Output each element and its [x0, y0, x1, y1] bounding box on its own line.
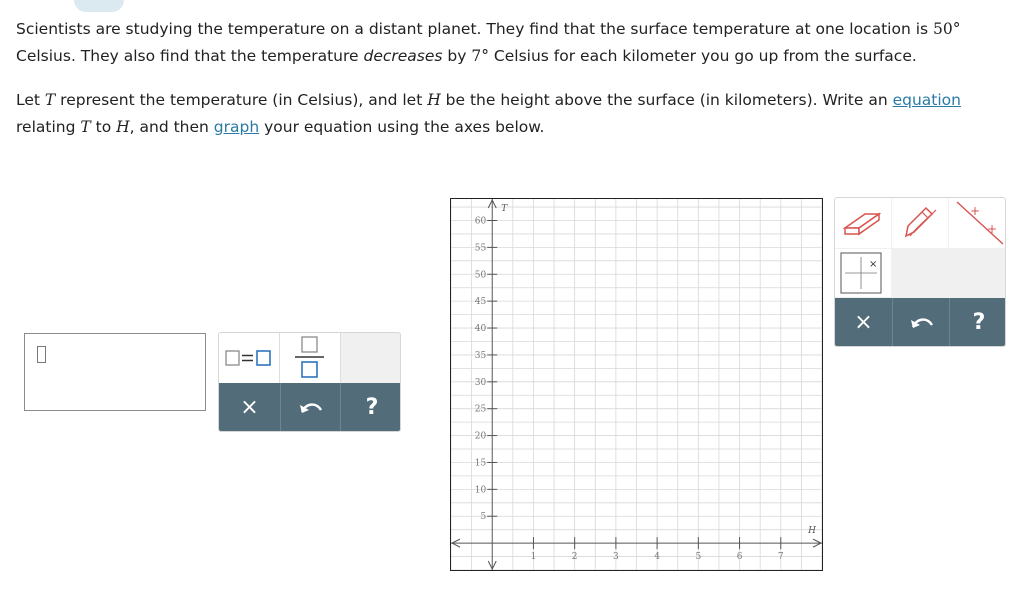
- svg-text:+: +: [987, 222, 997, 236]
- freehand-tool-button[interactable]: [892, 198, 948, 248]
- fraction-icon: [295, 336, 324, 378]
- y-tick-label: 15: [475, 458, 487, 468]
- problem-text: , and then: [129, 118, 214, 136]
- x-tick-label: 2: [572, 552, 578, 562]
- equation-actions-bar: × ?: [219, 383, 400, 431]
- x-tick-label: 5: [695, 552, 701, 562]
- y-tick-label: 50: [475, 270, 487, 280]
- x-tick-label: 3: [613, 552, 619, 562]
- variable-T: T: [80, 118, 91, 136]
- line-tool-button[interactable]: + +: [949, 198, 1005, 248]
- clear-icon: ×: [854, 309, 873, 335]
- problem-text: Let: [16, 91, 45, 109]
- pencil-icon: [904, 206, 937, 238]
- y-tick-label: 35: [475, 351, 487, 361]
- clear-icon: ×: [240, 394, 259, 420]
- rate-value: 7°: [471, 47, 489, 65]
- problem-text: be the height above the surface (in kilo…: [440, 91, 893, 109]
- problem-paragraph-2: Let T represent the temperature (in Cels…: [16, 87, 1016, 141]
- y-tick-label: 10: [475, 485, 487, 495]
- eraser-icon: [842, 212, 882, 236]
- box-equals-box-icon: [225, 350, 271, 366]
- undo-button[interactable]: [280, 383, 341, 431]
- problem-paragraph-1: Scientists are studying the temperature …: [16, 16, 1016, 70]
- x-tick-label: 7: [778, 552, 784, 562]
- problem-text: to: [90, 118, 117, 136]
- point-tool-button[interactable]: ×: [835, 249, 891, 297]
- eraser-tool-button[interactable]: [835, 198, 891, 248]
- y-tick-label: 30: [475, 378, 487, 388]
- y-tick-label: 40: [475, 324, 487, 334]
- graph-clear-button[interactable]: ×: [835, 298, 892, 346]
- problem-text: Celsius for each kilometer you go up fro…: [489, 47, 917, 65]
- variable-H: H: [116, 118, 130, 136]
- variable-H: H: [427, 91, 441, 109]
- equation-toolbar: × ?: [218, 332, 401, 432]
- surface-temp-value: 50°: [933, 20, 961, 38]
- line-tool-icon: + +: [956, 201, 1004, 245]
- problem-text: your equation using the axes below.: [259, 118, 545, 136]
- problem-text: Celsius. They also find that the tempera…: [16, 47, 364, 65]
- equation-link[interactable]: equation: [893, 91, 961, 109]
- help-button[interactable]: ?: [340, 383, 400, 431]
- help-icon: ?: [972, 309, 986, 335]
- svg-text:×: ×: [869, 259, 877, 270]
- graph-toolbar: + + × × ?: [834, 197, 1006, 347]
- x-tick-label: 6: [737, 552, 743, 562]
- y-tick-label: 60: [475, 217, 487, 227]
- y-tick-label: 20: [475, 432, 487, 442]
- problem-text: by: [442, 47, 472, 65]
- point-plot-icon: ×: [840, 252, 882, 294]
- graph-actions-bar: × ?: [835, 298, 1005, 346]
- clear-button[interactable]: ×: [219, 383, 280, 431]
- y-tick-label: 25: [475, 405, 487, 415]
- svg-text:+: +: [970, 204, 980, 218]
- graph-area[interactable]: 1 2 3 4 5 6 7 5 10 15 20 25 30 35 40 45 50 55 60 H T: [450, 198, 823, 571]
- y-tick-label: 45: [475, 297, 487, 307]
- decreases-emphasis: decreases: [363, 47, 443, 65]
- equals-template-button[interactable]: [219, 333, 280, 383]
- fraction-template-button[interactable]: [280, 333, 341, 383]
- graph-undo-button[interactable]: [892, 298, 950, 346]
- y-tick-label: 55: [475, 243, 487, 253]
- input-placeholder-box-icon: [37, 346, 46, 363]
- problem-text: Scientists are studying the temperature …: [16, 20, 934, 38]
- undo-icon: [300, 403, 323, 413]
- help-icon: ?: [365, 394, 379, 420]
- top-tab-stub: [74, 0, 124, 12]
- y-axis-label: T: [501, 204, 508, 214]
- equation-answer-input[interactable]: [24, 333, 206, 411]
- x-tick-label: 1: [531, 552, 537, 562]
- variable-T: T: [44, 91, 56, 109]
- graph-link[interactable]: graph: [214, 118, 259, 136]
- problem-text: relating: [16, 118, 81, 136]
- y-tick-label: 5: [480, 512, 486, 522]
- x-axis-label: H: [807, 526, 816, 536]
- problem-text: represent the temperature (in Celsius), …: [55, 91, 428, 109]
- x-tick-label: 4: [654, 552, 660, 562]
- undo-icon: [910, 318, 933, 328]
- graph-help-button[interactable]: ?: [949, 298, 1005, 346]
- coordinate-plane[interactable]: 1 2 3 4 5 6 751015202530354045505560HT: [451, 199, 822, 570]
